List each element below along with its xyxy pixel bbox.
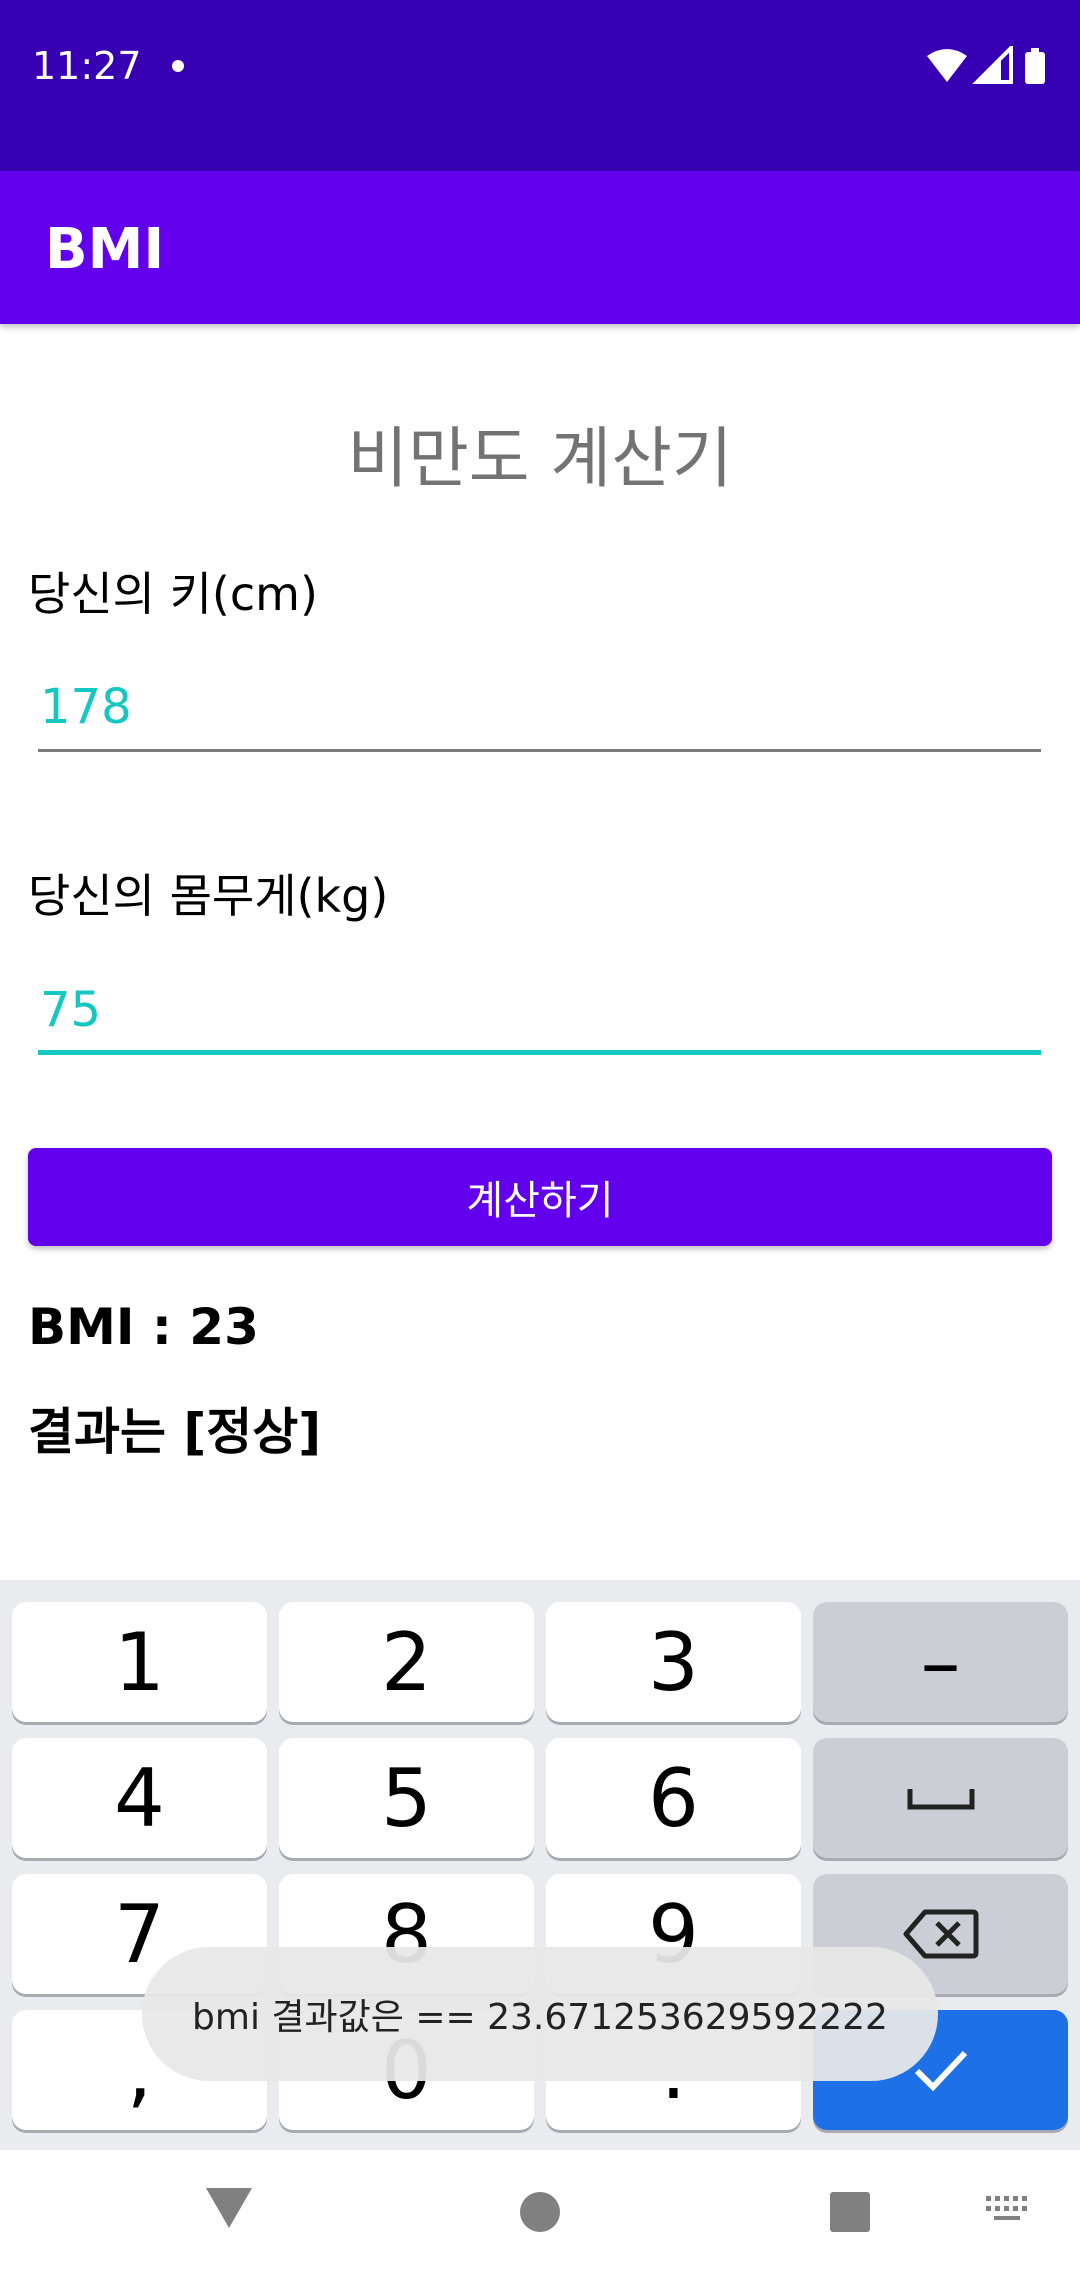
bmi-result: BMI : 23 — [28, 1298, 259, 1356]
status-bar: 11:27 — [0, 0, 1080, 171]
home-icon[interactable] — [520, 2192, 560, 2232]
app-title: BMI — [45, 217, 165, 282]
height-label: 당신의 키(cm) — [28, 567, 318, 621]
weight-label: 당신의 몸무게(kg) — [28, 869, 389, 923]
wifi-icon — [927, 49, 967, 82]
key-2[interactable]: 2 — [279, 1602, 534, 1722]
keyboard-switch-icon[interactable] — [986, 2196, 1027, 2220]
recents-icon[interactable] — [830, 2192, 870, 2232]
height-input[interactable]: 178 — [38, 672, 1041, 752]
space-icon — [907, 1789, 974, 1810]
key-space[interactable] — [813, 1738, 1068, 1858]
key-6[interactable]: 6 — [546, 1738, 801, 1858]
key-4[interactable]: 4 — [12, 1738, 267, 1858]
calculate-button[interactable]: 계산하기 — [28, 1148, 1052, 1246]
weight-input[interactable]: 75 — [38, 975, 1041, 1055]
toast-text: bmi 결과값은 == 23.671253629592222 — [192, 1997, 888, 2038]
key-minus[interactable]: – — [813, 1602, 1068, 1722]
bmi-status: 결과는 [정상] — [28, 1403, 322, 1461]
page-title: 비만도 계산기 — [347, 420, 733, 497]
toast-message: bmi 결과값은 == 23.671253629592222 — [142, 1947, 938, 2081]
key-1[interactable]: 1 — [12, 1602, 267, 1722]
notification-dot-icon — [172, 60, 184, 72]
app-bar: BMI — [0, 171, 1080, 324]
status-time: 11:27 — [32, 44, 142, 88]
key-3[interactable]: 3 — [546, 1602, 801, 1722]
navigation-bar — [0, 2150, 1080, 2280]
status-icons — [925, 46, 1060, 86]
back-icon[interactable] — [206, 2188, 252, 2228]
backspace-icon — [903, 1909, 978, 1959]
signal-icon — [972, 46, 1013, 84]
key-5[interactable]: 5 — [279, 1738, 534, 1858]
battery-icon — [1025, 48, 1045, 84]
calculate-button-label: 계산하기 — [466, 1178, 614, 1224]
